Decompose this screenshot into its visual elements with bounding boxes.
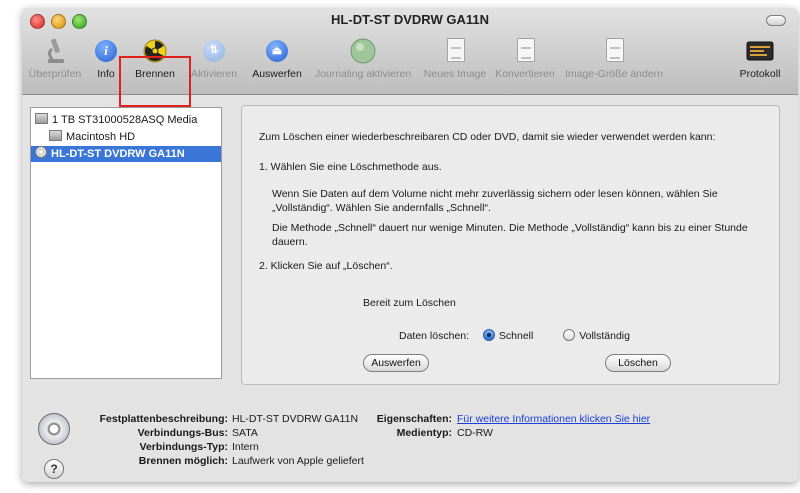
erase-button[interactable]: Löschen [605,354,671,372]
eject-icon: ⏏ [262,36,292,66]
radio-selected-icon [482,329,495,341]
media-type-value: CD-RW [457,427,493,439]
microscope-icon [40,36,70,66]
toolbar-log-button[interactable]: Protokoll [734,34,786,80]
step-1-text: 1. Wählen Sie eine Löschmethode aus. [259,161,442,173]
optical-disc-icon [38,413,70,445]
quick-erase-radio[interactable]: Schnell [482,329,533,342]
window-title: HL-DT-ST DVDRW GA11N [331,12,489,27]
full-erase-radio[interactable]: Vollständig [563,329,630,342]
more-info-link[interactable]: Für weitere Informationen klicken Sie hi… [457,413,650,425]
sidebar-item-macintosh-hd[interactable]: Macintosh HD [31,129,221,145]
burn-support-value: Laufwerk von Apple geliefert [232,455,364,467]
bus-label: Verbindungs-Bus: [137,427,228,439]
sidebar-item-dvd-drive[interactable]: HL-DT-ST DVDRW GA11N [31,146,221,162]
properties-label: Eigenschaften: [376,413,452,425]
sidebar-item-hard-disk[interactable]: 1 TB ST31000528ASQ Media [31,112,221,128]
info-icon: i [91,36,121,66]
help-button[interactable]: ? [44,459,64,479]
journaling-icon [348,36,378,66]
erase-option-group: Daten löschen: Schnell Vollständig [399,329,630,343]
description-value: HL-DT-ST DVDRW GA11N [232,413,359,425]
erase-panel: Zum Löschen einer wiederbeschreibaren CD… [241,105,780,385]
burn-support-label: Brennen möglich: [138,455,228,467]
radio-empty-icon [563,329,576,341]
disk-utility-window: HL-DT-ST DVDRW GA11N Überprüfen i Info B… [22,8,798,482]
connection-type-value: Intern [232,441,259,453]
device-list: 1 TB ST31000528ASQ Media Macintosh HD HL… [30,107,222,379]
media-type-label: Medientyp: [396,427,452,439]
step-2-text: 2. Klicken Sie auf „Löschen“. [259,260,393,272]
toolbar-convert-button[interactable]: Konvertieren [492,34,558,80]
toolbar-journaling-button[interactable]: Journaling aktivieren [310,34,416,80]
volume-icon [49,130,62,141]
toolbar-activate-button[interactable]: ⇅ Aktivieren [186,34,242,80]
toolbar-toggle-button[interactable] [766,15,786,26]
bus-value: SATA [232,427,258,439]
optical-drive-icon [35,146,47,158]
resize-image-icon [599,36,629,66]
description-label: Festplattenbeschreibung: [99,413,228,425]
toolbar-new-image-button[interactable]: Neues Image [422,34,488,80]
new-image-icon [440,36,470,66]
convert-icon [510,36,540,66]
activate-icon: ⇅ [199,36,229,66]
erase-label: Daten löschen: [399,330,470,342]
status-text: Bereit zum Löschen [363,297,456,309]
connection-type-label: Verbindungs-Typ: [139,441,228,453]
toolbar: Überprüfen i Info Brennen ⇅ Aktivieren ⏏… [22,34,798,107]
content-area: 1 TB ST31000528ASQ Media Macintosh HD HL… [22,95,798,482]
duration-explanation: Die Methode „Schnell“ dauert nur wenige … [272,222,748,248]
toolbar-resize-image-button[interactable]: Image-Größe ändern [562,34,666,80]
toolbar-eject-button[interactable]: ⏏ Auswerfen [248,34,306,80]
hard-disk-icon [35,113,48,124]
full-erase-explanation: Wenn Sie Daten auf dem Volume nicht mehr… [272,188,718,214]
title-bar: HL-DT-ST DVDRW GA11N Überprüfen i Info B… [22,8,798,107]
eject-button[interactable]: Auswerfen [363,354,429,372]
erase-intro-text: Zum Löschen einer wiederbeschreibaren CD… [259,131,716,143]
info-footer: Festplattenbeschreibung: HL-DT-ST DVDRW … [22,395,798,482]
log-icon [745,36,775,66]
toolbar-verify-button[interactable]: Überprüfen [26,34,84,80]
